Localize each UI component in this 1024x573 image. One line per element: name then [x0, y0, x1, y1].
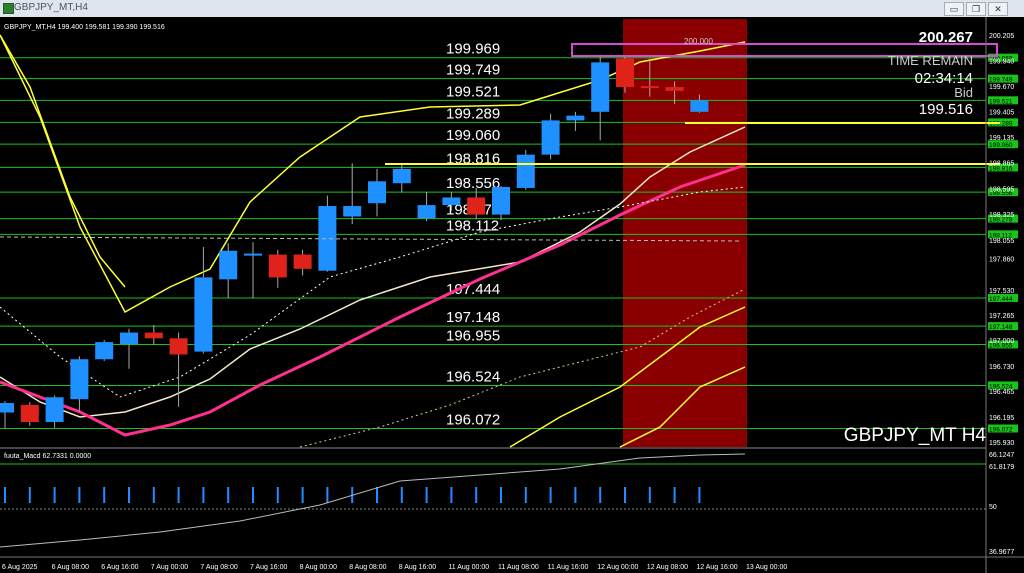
price-axis-label: 198.325	[989, 212, 1014, 219]
restore-button[interactable]: ❐	[966, 2, 986, 16]
level-price-tag-text: 199.060	[989, 142, 1013, 149]
level-label: 199.521	[446, 83, 500, 100]
price-chart[interactable]: 199.969199.969199.749199.749199.521199.5…	[0, 17, 1024, 573]
window-titlebar[interactable]: GBPJPY_MT,H4 ▭ ❐ ✕	[0, 0, 1024, 18]
price-axis-label: 196.730	[989, 364, 1014, 371]
bid-label: Bid	[954, 85, 973, 100]
level-label: 196.072	[446, 411, 500, 428]
candle-body	[120, 332, 138, 344]
time-axis-label: 7 Aug 16:00	[250, 564, 287, 571]
macd-axis-label: 36.9677	[989, 549, 1014, 556]
price-axis-label: 197.265	[989, 313, 1014, 320]
price-axis-label: 198.595	[989, 186, 1014, 193]
level-label: 199.969	[446, 41, 500, 58]
time-axis-label: 6 Aug 2025	[2, 564, 38, 571]
level-price-tag-text: 196.072	[989, 426, 1013, 433]
time-axis-label: 8 Aug 08:00	[349, 564, 386, 571]
macd-axis-label: 66.1247	[989, 452, 1014, 459]
candle-body	[616, 58, 634, 88]
price-axis-label: 198.865	[989, 161, 1014, 168]
candle-body	[343, 206, 362, 217]
time-axis-label: 6 Aug 16:00	[101, 564, 138, 571]
price-axis-label: 199.940	[989, 58, 1014, 65]
candle-body	[640, 86, 659, 89]
candle-body	[169, 338, 188, 355]
time-axis-label: 12 Aug 00:00	[597, 564, 638, 571]
level-price-tag-text: 197.444	[989, 296, 1013, 303]
candle-body	[566, 115, 585, 121]
price-axis-label: 196.465	[989, 389, 1014, 396]
window-title: GBPJPY_MT,H4	[14, 2, 88, 13]
candle-body	[293, 254, 312, 269]
candle-body	[194, 277, 213, 352]
level-label: 199.289	[446, 105, 500, 122]
macd-axis-label: 50	[989, 504, 997, 511]
time-axis-label: 13 Aug 00:00	[746, 564, 787, 571]
bid-value: 199.516	[919, 101, 973, 118]
candle-body	[492, 186, 510, 215]
price-axis-label: 196.195	[989, 415, 1014, 422]
level-label: 198.112	[446, 217, 499, 234]
candle-body	[20, 404, 39, 423]
time-axis-label: 12 Aug 08:00	[647, 564, 688, 571]
candle-body	[244, 253, 262, 256]
time-axis-label: 8 Aug 16:00	[399, 564, 436, 571]
candle-body	[70, 359, 89, 400]
level-label: 197.148	[446, 309, 500, 326]
level-price-tag-text: 199.521	[989, 98, 1013, 105]
level-label: 196.524	[446, 368, 500, 385]
candle-body	[0, 402, 14, 413]
candle-body	[144, 332, 163, 339]
candle-body	[467, 197, 486, 215]
price-axis-label: 200.205	[989, 33, 1014, 40]
price-axis-label: 197.530	[989, 288, 1014, 295]
price-axis-label: 198.055	[989, 238, 1014, 245]
candle-body	[219, 250, 238, 280]
price-axis-label: 199.670	[989, 84, 1014, 91]
target-box-label: 200.000	[684, 37, 713, 46]
candle-body	[665, 87, 684, 91]
time-axis-label: 6 Aug 08:00	[52, 564, 89, 571]
time-axis-label: 8 Aug 00:00	[300, 564, 337, 571]
candle-body	[541, 120, 560, 155]
close-button[interactable]: ✕	[988, 2, 1008, 16]
candle-body	[591, 62, 610, 112]
candle-body	[45, 397, 64, 423]
price-axis-label: 197.000	[989, 338, 1014, 345]
time-axis-label: 11 Aug 08:00	[498, 564, 539, 571]
level-label: 199.060	[446, 127, 500, 144]
candle-body	[442, 197, 461, 206]
top-price: 200.267	[919, 29, 973, 46]
time-axis-label: 12 Aug 16:00	[696, 564, 737, 571]
symbol-watermark: GBPJPY_MT H4	[844, 425, 987, 446]
time-axis-label: 11 Aug 16:00	[548, 564, 589, 571]
chart-info-line: GBPJPY_MT,H4 199.400 199.581 199.390 199…	[4, 24, 165, 31]
candle-body	[417, 205, 436, 219]
level-label: 196.955	[446, 327, 500, 344]
minimize-button[interactable]: ▭	[944, 2, 964, 16]
macd-label: fuuta_Macd 62.7331 0.0000	[4, 453, 91, 460]
time-remain-label: TIME REMAIN	[888, 53, 973, 68]
session-highlight	[623, 19, 747, 447]
candle-body	[368, 181, 386, 204]
candle-body	[516, 154, 535, 188]
price-axis-label: 199.135	[989, 135, 1014, 142]
level-label: 199.749	[446, 62, 500, 79]
candle-body	[318, 206, 337, 271]
price-axis-label: 199.405	[989, 109, 1014, 116]
macd-axis-label: 61.8179	[989, 464, 1014, 471]
time-axis-label: 7 Aug 08:00	[200, 564, 237, 571]
candle-body	[95, 342, 114, 360]
candle-body	[690, 100, 709, 112]
price-axis-label: 195.930	[989, 440, 1014, 447]
time-axis-label: 7 Aug 00:00	[151, 564, 188, 571]
time-axis-label: 11 Aug 00:00	[448, 564, 489, 571]
price-axis-label: 197.860	[989, 256, 1014, 263]
level-price-tag-text: 197.148	[989, 324, 1013, 331]
candle-body	[392, 168, 411, 184]
candle-body	[268, 254, 287, 278]
chart-window-icon	[3, 3, 14, 14]
level-price-tag-text: 199.749	[989, 77, 1013, 84]
